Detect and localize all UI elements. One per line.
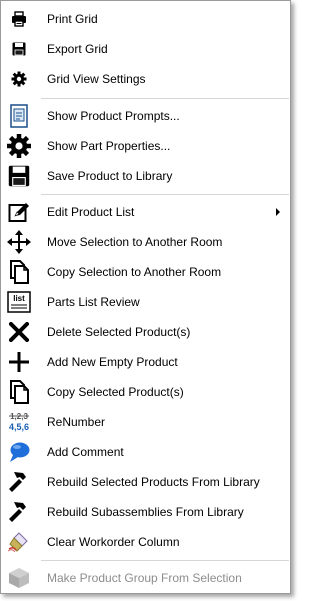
hammer-icon	[4, 470, 34, 494]
context-menu: Print Grid Export Grid Grid View Setting…	[0, 0, 291, 594]
menu-item-label: Add New Empty Product	[47, 355, 178, 369]
menu-item-label: Export Grid	[47, 42, 108, 56]
menu-item-edit-product-list[interactable]: Edit Product List	[1, 197, 290, 227]
menu-item-label: Add Comment	[47, 445, 124, 459]
cube-icon	[4, 566, 34, 590]
menu-item-save-product-to-library[interactable]: Save Product to Library	[1, 161, 290, 191]
menu-item-add-new-empty-product[interactable]: Add New Empty Product	[1, 347, 290, 377]
menu-item-rebuild-subassemblies[interactable]: Rebuild Subassemblies From Library	[1, 497, 290, 527]
hammer-icon	[4, 500, 34, 524]
menu-item-label: Print Grid	[47, 12, 98, 26]
menu-item-label: Rebuild Selected Products From Library	[47, 475, 260, 489]
menu-item-label: Save Product to Library	[47, 169, 173, 183]
menu-item-export-grid[interactable]: Export Grid	[1, 35, 290, 63]
menu-item-label: Clear Workorder Column	[47, 535, 180, 549]
floppy-disk-icon	[4, 40, 34, 58]
menu-item-delete-selected-products[interactable]: Delete Selected Product(s)	[1, 317, 290, 347]
floppy-disk-large-icon	[4, 164, 34, 188]
submenu-arrow-icon	[276, 208, 280, 216]
menu-item-copy-selected-products[interactable]: Copy Selected Product(s)	[1, 377, 290, 407]
comment-bubble-icon	[4, 440, 34, 464]
menu-separator	[41, 98, 289, 99]
menu-item-label: Delete Selected Product(s)	[47, 325, 191, 339]
menu-item-label: Make Product Group From Selection	[47, 571, 242, 585]
menu-item-add-comment[interactable]: Add Comment	[1, 437, 290, 467]
eraser-brush-icon	[4, 530, 34, 554]
move-arrows-icon	[4, 230, 34, 254]
menu-separator	[41, 560, 289, 561]
copy-pages-icon	[4, 260, 34, 284]
list-icon: list	[4, 290, 34, 314]
copy-pages-icon	[4, 380, 34, 404]
menu-item-label: Edit Product List	[47, 205, 135, 219]
menu-item-grid-view-settings[interactable]: Grid View Settings	[1, 65, 290, 93]
renumber-icon: 1,2,3 4,5,6	[4, 410, 34, 434]
menu-item-label: Move Selection to Another Room	[47, 235, 223, 249]
printer-icon	[4, 10, 34, 28]
menu-item-label: Rebuild Subassemblies From Library	[47, 505, 244, 519]
menu-item-label: ReNumber	[47, 415, 106, 429]
document-prompt-icon	[4, 104, 34, 128]
menu-item-label: Show Part Properties...	[47, 139, 171, 153]
menu-item-rebuild-selected-products[interactable]: Rebuild Selected Products From Library	[1, 467, 290, 497]
menu-item-move-selection[interactable]: Move Selection to Another Room	[1, 227, 290, 257]
svg-text:4,5,6: 4,5,6	[9, 422, 29, 432]
menu-item-label: Parts List Review	[47, 295, 140, 309]
menu-separator	[41, 194, 289, 195]
menu-item-label: Show Product Prompts...	[47, 109, 180, 123]
menu-item-label: Grid View Settings	[47, 72, 146, 86]
plus-icon	[4, 350, 34, 374]
menu-item-copy-selection[interactable]: Copy Selection to Another Room	[1, 257, 290, 287]
gear-icon	[4, 70, 34, 88]
menu-item-show-part-properties[interactable]: Show Part Properties...	[1, 131, 290, 161]
menu-item-parts-list-review[interactable]: list Parts List Review	[1, 287, 290, 317]
menu-item-label: Copy Selected Product(s)	[47, 385, 184, 399]
edit-pencil-icon	[4, 200, 34, 224]
menu-item-clear-workorder-column[interactable]: Clear Workorder Column	[1, 527, 290, 557]
menu-item-renumber[interactable]: 1,2,3 4,5,6 ReNumber	[1, 407, 290, 437]
menu-item-print-grid[interactable]: Print Grid	[1, 5, 290, 33]
delete-x-icon	[4, 320, 34, 344]
menu-item-show-product-prompts[interactable]: Show Product Prompts...	[1, 101, 290, 131]
menu-item-make-product-group: Make Product Group From Selection	[1, 563, 290, 593]
menu-item-label: Copy Selection to Another Room	[47, 265, 222, 279]
svg-text:list: list	[13, 294, 25, 303]
gear-large-icon	[4, 134, 34, 158]
